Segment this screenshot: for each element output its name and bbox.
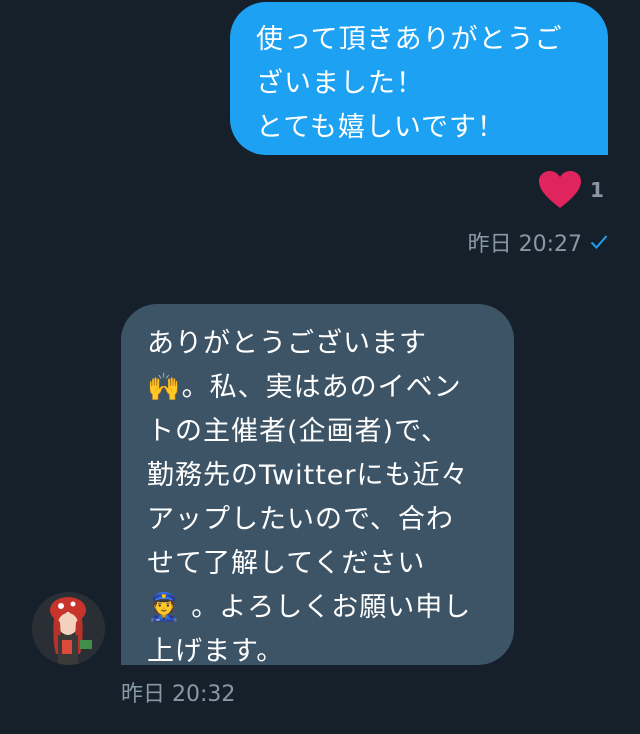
message-reaction[interactable]: 1 xyxy=(538,170,604,210)
reaction-count: 1 xyxy=(590,178,604,202)
avatar[interactable] xyxy=(32,592,105,665)
outgoing-timestamp: 昨日 20:27 xyxy=(467,232,582,257)
incoming-timestamp: 昨日 20:32 xyxy=(121,682,236,707)
outgoing-message-meta: 昨日 20:27 xyxy=(468,226,608,258)
heart-icon xyxy=(539,171,581,208)
dm-conversation: 使って頂きありがとうご ざいました！ とても嬉しいです！ 1 昨日 20:27 … xyxy=(0,0,640,734)
checkmark-icon xyxy=(590,235,608,249)
incoming-message-bubble[interactable]: ありがとうございます 🙌。私、実はあのイベン トの主催者(企画者)で、 勤務先の… xyxy=(121,304,514,667)
outgoing-message-bubble[interactable]: 使って頂きありがとうご ざいました！ とても嬉しいです！ xyxy=(230,2,608,155)
